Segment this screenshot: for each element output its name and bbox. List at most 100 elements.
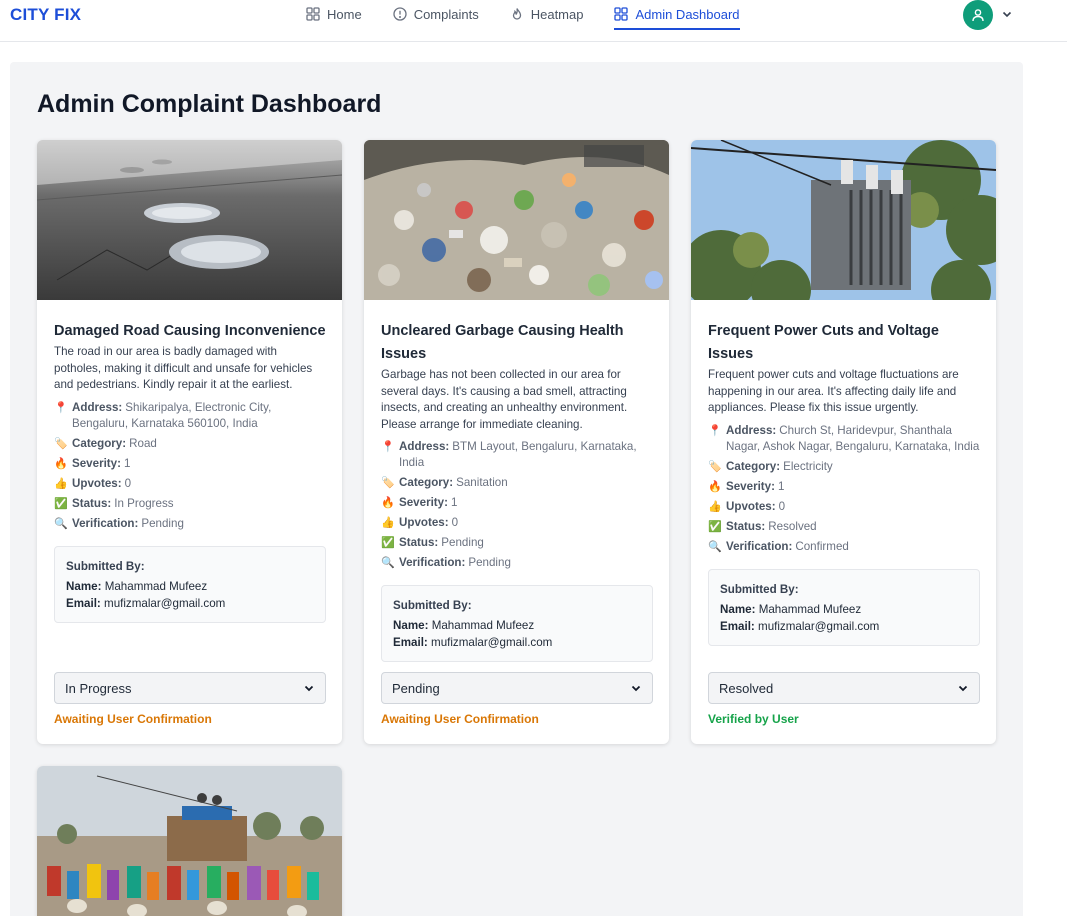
tag-icon: 🏷️ <box>381 477 395 489</box>
status-value: Resolved <box>768 519 817 533</box>
category-label: Category: <box>726 459 781 473</box>
nav-link-heatmap[interactable]: Heatmap <box>510 0 584 30</box>
upvotes-value: 0 <box>778 499 786 513</box>
map-pin-icon: 📍 <box>54 401 68 414</box>
check-box-icon: ✅ <box>54 497 68 510</box>
status-value: Pending <box>441 536 484 549</box>
submitter-name-value: Mahammad Mufeez <box>104 579 208 593</box>
submitter-email-value: mufizmalar@gmail.com <box>431 636 553 649</box>
meta-upvotes: 👍 Upvotes: 0 <box>54 476 326 492</box>
category-label: Category: <box>399 476 454 489</box>
submitter-email-value: mufizmalar@gmail.com <box>758 619 880 633</box>
meta-category: 🏷️ Category: Electricity <box>708 459 980 475</box>
meta-verification: 🔍 Verification: Confirmed <box>708 539 980 555</box>
brand-logo[interactable]: CITY FIX <box>10 5 81 25</box>
status-label: Status: <box>726 519 766 533</box>
complaint-card: Uncleared Garbage Causing Health Issues … <box>364 140 669 744</box>
submitter-name: Name: Mahammad Mufeez <box>393 617 641 634</box>
dashboard-icon <box>614 7 629 21</box>
severity-value: 1 <box>777 479 785 493</box>
meta-upvotes: 👍 Upvotes: 0 <box>381 515 653 531</box>
thumbs-up-icon: 👍 <box>381 517 395 529</box>
submitted-by-heading: Submitted By: <box>720 582 799 596</box>
severity-label: Severity: <box>72 456 121 470</box>
status-select-value: Resolved <box>719 680 774 696</box>
complaint-description: Garbage has not been collected in our ar… <box>381 368 628 431</box>
meta-severity: 🔥 Severity: 1 <box>54 456 326 472</box>
verification-value: Pending <box>468 556 511 569</box>
address-label: Address: <box>726 423 777 437</box>
complaint-image-transformer <box>691 140 996 300</box>
chevron-down-icon <box>304 685 314 692</box>
name-label: Name: <box>66 579 102 593</box>
status-select-value: Pending <box>392 680 440 696</box>
user-avatar[interactable] <box>963 0 993 30</box>
fire-icon: 🔥 <box>708 480 722 493</box>
nav-link-label: Heatmap <box>530 6 584 22</box>
upvotes-value: 0 <box>124 476 132 490</box>
map-pin-icon: 📍 <box>708 424 722 437</box>
status-label: Status: <box>72 496 112 510</box>
tag-icon: 🏷️ <box>54 437 68 450</box>
status-select[interactable]: Pending <box>381 672 653 704</box>
status-select[interactable]: In Progress <box>54 672 326 704</box>
meta-address: 📍 Address: Shikaripalya, Electronic City, … <box>54 400 326 432</box>
status-label: Status: <box>399 536 439 549</box>
nav-link-home[interactable]: Home <box>306 0 362 30</box>
grid-icon <box>306 7 320 21</box>
check-box-icon: ✅ <box>381 537 395 549</box>
meta-verification: 🔍 Verification: Pending <box>381 555 653 571</box>
nav-link-label: Admin Dashboard <box>635 6 740 22</box>
category-value: Road <box>129 436 157 450</box>
fire-icon: 🔥 <box>381 497 395 509</box>
meta-severity: 🔥 Severity: 1 <box>708 479 980 495</box>
nav-link-admin-dashboard[interactable]: Admin Dashboard <box>614 0 740 30</box>
complaint-card: Frequent Power Cuts and Voltage Issues F… <box>691 140 996 744</box>
submitter-box: Submitted By: Name: Mahammad Mufeez Emai… <box>381 585 653 662</box>
nav-link-label: Complaints <box>413 6 479 22</box>
verification-label: Verification: <box>399 556 466 569</box>
nav-link-label: Home <box>327 6 362 22</box>
nav-link-complaints[interactable]: Complaints <box>393 0 479 30</box>
severity-value: 1 <box>450 496 458 509</box>
chevron-down-icon[interactable] <box>1001 8 1013 20</box>
complaint-card: Damaged Road Causing Inconvenience The r… <box>37 140 342 744</box>
status-select[interactable]: Resolved <box>708 672 980 704</box>
fire-icon: 🔥 <box>54 457 68 470</box>
magnifier-icon: 🔍 <box>381 557 395 569</box>
submitter-name-value: Mahammad Mufeez <box>758 602 862 616</box>
complaint-image-garbage-pile <box>364 140 669 300</box>
submitted-by-heading: Submitted By: <box>66 559 145 573</box>
complaint-title: Uncleared Garbage Causing Health Issues <box>381 323 624 362</box>
submitter-email: Email: mufizmalar@gmail.com <box>393 634 641 651</box>
thumbs-up-icon: 👍 <box>708 500 722 513</box>
meta-category: 🏷️ Category: Sanitation <box>381 475 653 491</box>
user-icon <box>972 9 984 22</box>
complaint-image-pothole-road <box>37 140 342 300</box>
complaint-card <box>37 766 342 916</box>
tag-icon: 🏷️ <box>708 460 722 473</box>
upvotes-label: Upvotes: <box>399 516 449 529</box>
magnifier-icon: 🔍 <box>708 540 722 553</box>
submitter-box: Submitted By: Name: Mahammad Mufeez Emai… <box>708 568 980 646</box>
name-label: Name: <box>720 602 756 616</box>
submitter-email: Email: mufizmalar@gmail.com <box>720 618 968 635</box>
submitter-name: Name: Mahammad Mufeez <box>720 601 968 618</box>
meta-address: 📍 Address: Church St, Haridevpur, Shanthal… <box>708 423 980 455</box>
complaint-image-water-tanker <box>37 766 342 916</box>
meta-severity: 🔥 Severity: 1 <box>381 495 653 511</box>
meta-status: ✅ Status: Resolved <box>708 519 980 535</box>
status-select-value: In Progress <box>65 680 132 696</box>
complaint-meta: 📍 Address: Church St, Haridevpur, Shanthal… <box>708 423 980 555</box>
thumbs-up-icon: 👍 <box>54 477 68 490</box>
status-value: In Progress <box>114 496 174 510</box>
meta-category: 🏷️ Category: Road <box>54 436 326 452</box>
submitter-box: Submitted By: Name: Mahammad Mufeez Emai… <box>54 545 326 623</box>
severity-value: 1 <box>123 456 131 470</box>
email-label: Email: <box>393 636 428 649</box>
meta-status: ✅ Status: Pending <box>381 535 653 551</box>
chevron-down-icon <box>958 685 968 692</box>
verification-label: Verification: <box>72 516 139 530</box>
verification-value: Pending <box>141 516 184 530</box>
submitter-email: Email: mufizmalar@gmail.com <box>66 595 314 612</box>
